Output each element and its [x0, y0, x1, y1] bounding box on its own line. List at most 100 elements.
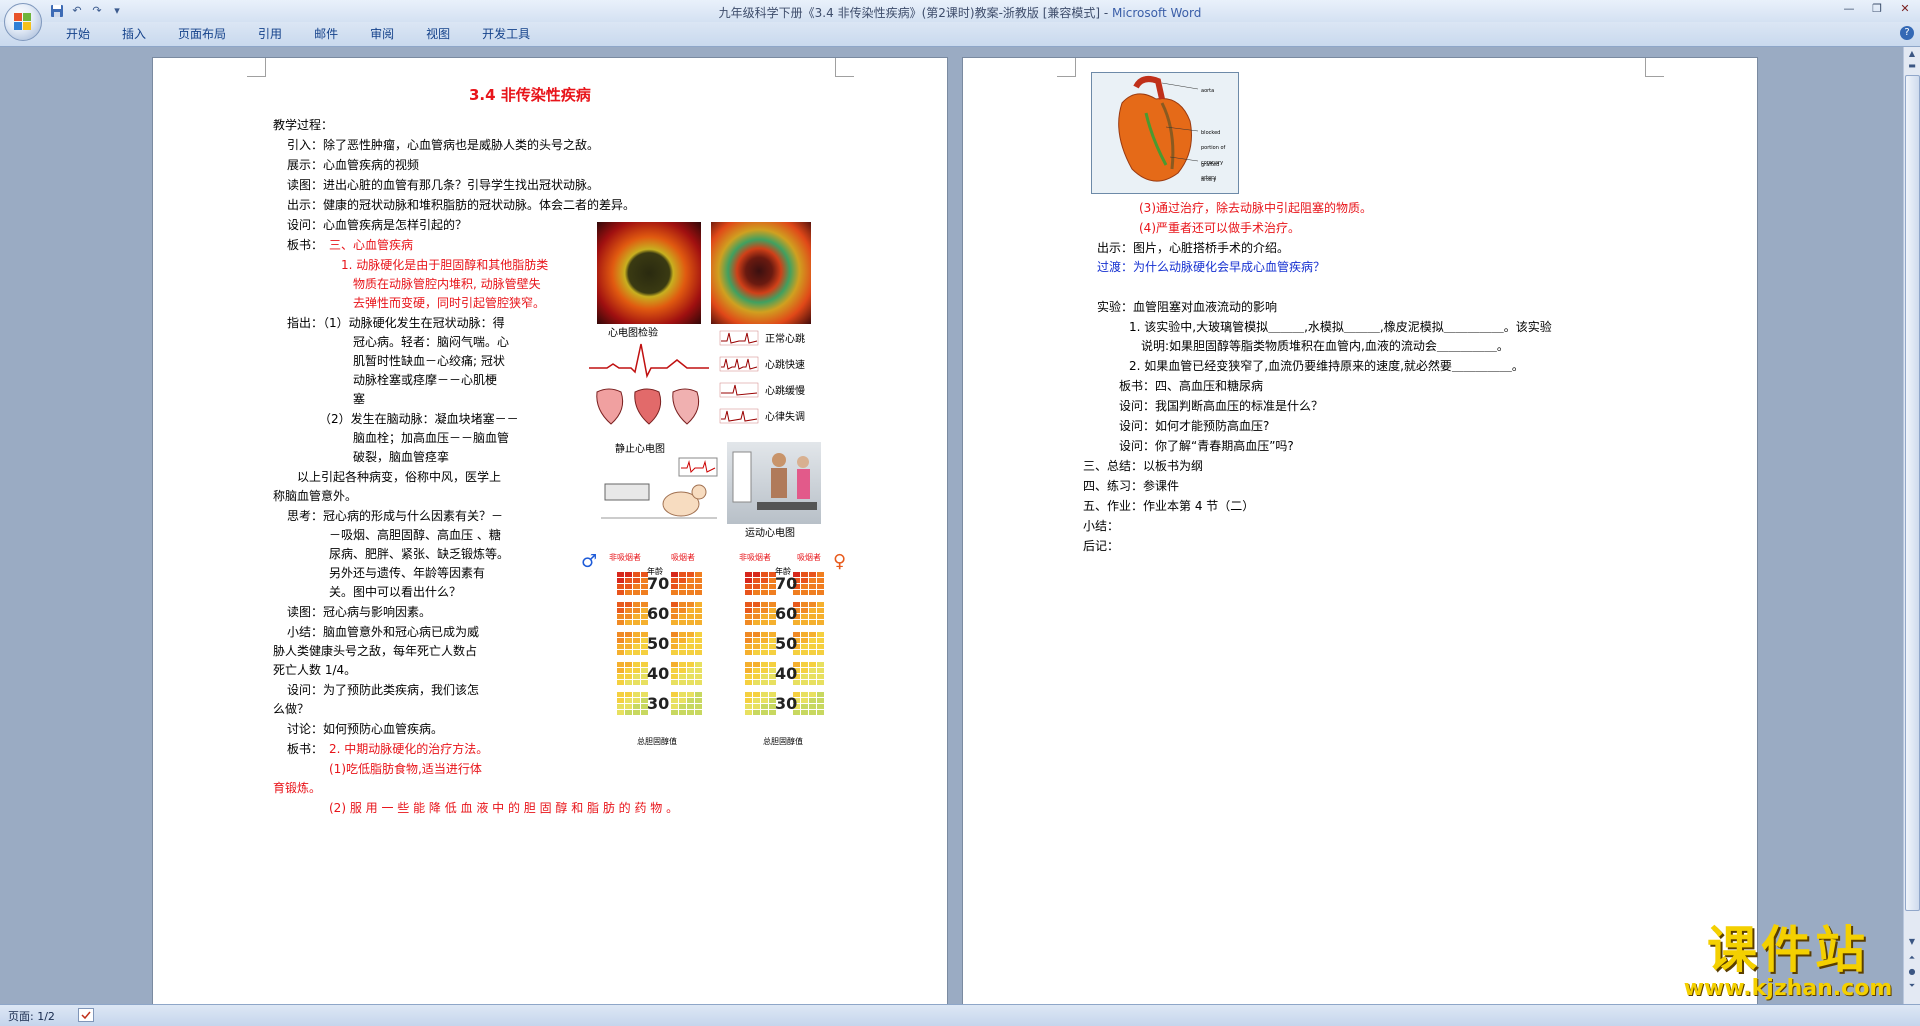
- risk-cell: [695, 704, 702, 709]
- risk-cell: [679, 710, 686, 715]
- text-line: 尿病、肥胖、紧张、缺乏锻炼等。: [329, 547, 510, 561]
- ruler-toggle-icon[interactable]: ▬: [1905, 61, 1919, 73]
- risk-cell: [809, 614, 816, 619]
- margin-mark: [1645, 58, 1664, 77]
- risk-cell: [687, 692, 694, 697]
- risk-cell: [817, 578, 824, 583]
- risk-cell: [633, 692, 640, 697]
- document-area[interactable]: 3.4 非传染性疾病 教学过程： 引入：除了恶性肿瘤，心血管病也是威胁人类的头号…: [0, 47, 1904, 1006]
- tab-references[interactable]: 引用: [242, 22, 298, 46]
- risk-cell: [817, 668, 824, 673]
- risk-cell: [745, 692, 752, 697]
- nonsmoker-label-female: 非吸烟者: [739, 553, 771, 562]
- risk-cell: [671, 572, 678, 577]
- scroll-down-icon[interactable]: ▼: [1905, 937, 1919, 949]
- watermark-title: 课件站: [1707, 921, 1869, 979]
- close-icon[interactable]: ✕: [1892, 0, 1918, 18]
- text-line: 脑血栓；加高血压－－脑血管: [353, 431, 510, 445]
- tab-insert[interactable]: 插入: [106, 22, 162, 46]
- help-icon[interactable]: ?: [1900, 26, 1914, 40]
- risk-cell: [687, 584, 694, 589]
- tab-view[interactable]: 视图: [410, 22, 466, 46]
- document-title: 九年级科学下册《3.4 非传染性疾病》(第2课时)教案-浙教版 [兼容模式] -: [718, 6, 1113, 20]
- risk-cell: [625, 572, 632, 577]
- risk-cell: [679, 674, 686, 679]
- risk-cell: [761, 608, 768, 613]
- ribbon: 开始 插入 页面布局 引用 邮件 审阅 视图 开发工具 ?: [0, 22, 1920, 47]
- risk-cell: [671, 692, 678, 697]
- age-30-left: 30: [647, 694, 670, 713]
- tab-page-layout[interactable]: 页面布局: [162, 22, 242, 46]
- maximize-icon[interactable]: ❐: [1864, 0, 1890, 18]
- male-icon: ♂: [581, 551, 598, 572]
- site-watermark: 课件站 www.kjzhan.com: [1672, 921, 1904, 1001]
- risk-cell: [753, 650, 760, 655]
- risk-cell: [671, 578, 678, 583]
- select-browse-icon[interactable]: ●: [1905, 967, 1919, 979]
- risk-cell: [625, 650, 632, 655]
- risk-cell: [617, 572, 624, 577]
- risk-cell: [679, 608, 686, 613]
- risk-cell: [817, 572, 824, 577]
- tab-home[interactable]: 开始: [50, 22, 106, 46]
- risk-cell: [671, 602, 678, 607]
- risk-cell: [753, 620, 760, 625]
- tab-review[interactable]: 审阅: [354, 22, 410, 46]
- text-line: 展示：心血管疾病的视频: [287, 158, 420, 172]
- risk-cell: [753, 662, 760, 667]
- risk-cell: [745, 620, 752, 625]
- vertical-scrollbar[interactable]: ▲ ▬ ▼ ⏶ ● ⏷: [1903, 47, 1920, 1004]
- status-bar: 页面: 1/2: [0, 1004, 1920, 1026]
- risk-cell: [761, 632, 768, 637]
- risk-cell: [695, 602, 702, 607]
- risk-cell: [617, 638, 624, 643]
- risk-cell: [753, 572, 760, 577]
- risk-cell: [745, 710, 752, 715]
- scroll-up-icon[interactable]: ▲: [1905, 49, 1919, 61]
- ecg-wave-diagram: [587, 340, 711, 382]
- text-line: 以上引起各种病变，俗称中风，医学上: [297, 470, 502, 484]
- risk-cell: [695, 644, 702, 649]
- text-line: 小结：脑血管意外和冠心病已成为威: [287, 625, 480, 639]
- prev-page-icon[interactable]: ⏶: [1905, 953, 1919, 965]
- age-40-right: 40: [775, 664, 798, 683]
- risk-cell: [761, 602, 768, 607]
- age-30-right: 30: [775, 694, 798, 713]
- text-line: 三、总结：以板书为纲: [1083, 459, 1204, 473]
- risk-cell: [679, 704, 686, 709]
- page-1[interactable]: 3.4 非传染性疾病 教学过程： 引入：除了恶性肿瘤，心血管病也是威胁人类的头号…: [152, 57, 948, 1006]
- proofing-icon[interactable]: [78, 1008, 94, 1022]
- page-count[interactable]: 页面: 1/2: [8, 1008, 55, 1024]
- text-line: 板书：四、高血压和糖尿病: [1119, 379, 1264, 393]
- page-2[interactable]: aorta blocked portion of coronary artery…: [962, 57, 1758, 1006]
- risk-cell: [695, 650, 702, 655]
- risk-cell: [633, 668, 640, 673]
- risk-cell: [809, 650, 816, 655]
- risk-cell: [745, 698, 752, 703]
- risk-cell: [817, 692, 824, 697]
- risk-cell: [633, 674, 640, 679]
- risk-cell: [801, 662, 808, 667]
- text-line: 死亡人数 1/4。: [273, 663, 357, 677]
- next-page-icon[interactable]: ⏷: [1905, 981, 1919, 993]
- smoker-label-female: 吸烟者: [797, 553, 821, 562]
- text-line: 冠心病。轻者：脑闷气喘。心: [353, 335, 510, 349]
- risk-cell: [801, 620, 808, 625]
- risk-cell: [801, 590, 808, 595]
- risk-cell: [809, 680, 816, 685]
- risk-cell: [671, 704, 678, 709]
- risk-cell: [679, 692, 686, 697]
- risk-cell: [801, 680, 808, 685]
- risk-cell: [625, 698, 632, 703]
- scroll-thumb[interactable]: [1905, 75, 1920, 911]
- risk-cell: [753, 602, 760, 607]
- minimize-icon[interactable]: —: [1836, 0, 1862, 18]
- blocked-artery-image: [711, 222, 811, 324]
- office-button[interactable]: [4, 3, 42, 41]
- tab-mailings[interactable]: 邮件: [298, 22, 354, 46]
- risk-cell: [761, 614, 768, 619]
- tab-developer[interactable]: 开发工具: [466, 22, 546, 46]
- risk-cell: [695, 680, 702, 685]
- risk-cell: [679, 602, 686, 607]
- watermark-url: www.kjzhan.com: [1683, 976, 1893, 1001]
